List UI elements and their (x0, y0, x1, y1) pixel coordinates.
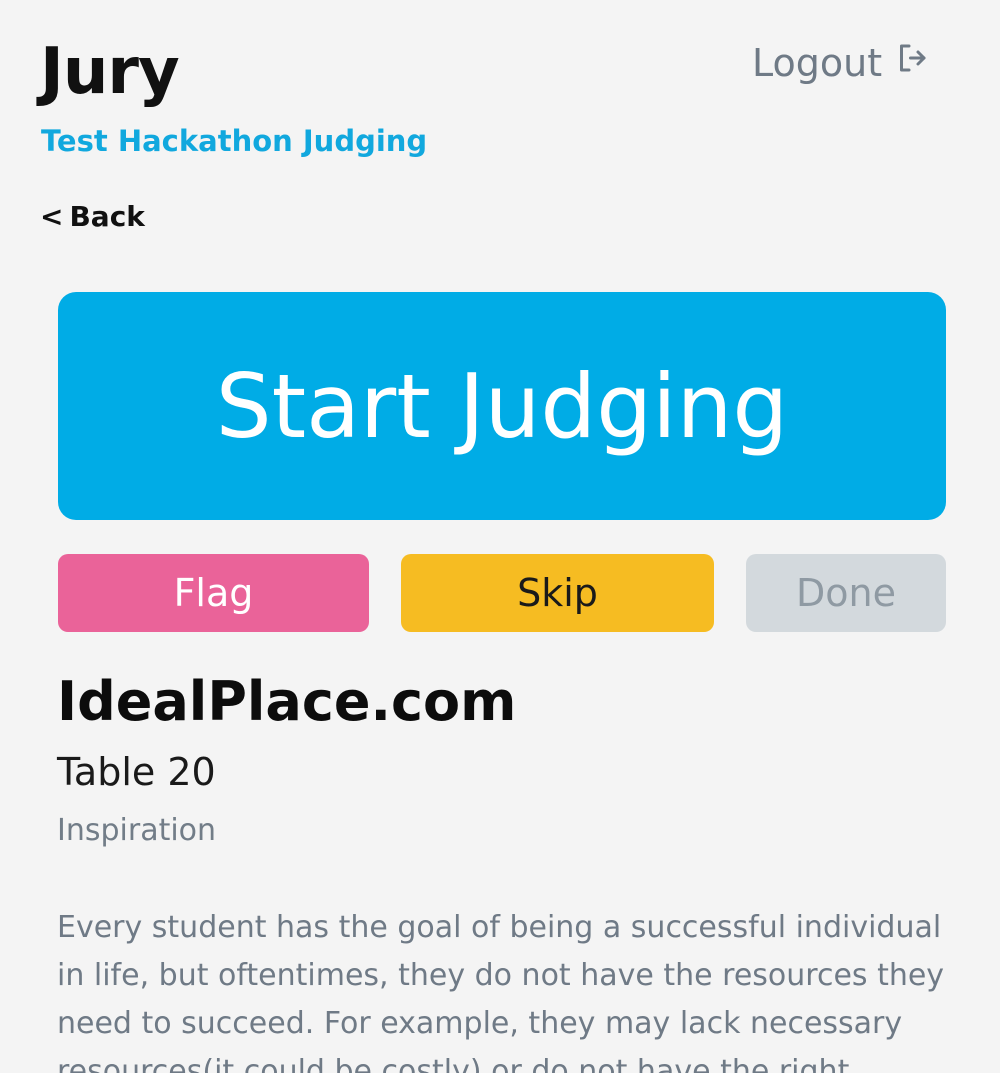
start-judging-button[interactable]: Start Judging (58, 292, 946, 520)
judging-page: Jury Test Hackathon Judging Logout < Bac… (0, 0, 1000, 1073)
done-button: Done (746, 554, 946, 632)
logout-button[interactable]: Logout (752, 40, 930, 85)
back-link[interactable]: < Back (40, 200, 145, 233)
event-subtitle: Test Hackathon Judging (41, 124, 428, 158)
app-title: Jury (40, 35, 180, 109)
logout-icon (894, 40, 930, 85)
skip-button[interactable]: Skip (401, 554, 714, 632)
back-label: Back (69, 200, 145, 233)
flag-button[interactable]: Flag (58, 554, 369, 632)
logout-label: Logout (752, 40, 883, 85)
project-description: Every student has the goal of being a su… (57, 910, 945, 1073)
section-heading-inspiration: Inspiration (57, 813, 217, 848)
project-table-number: Table 20 (57, 750, 216, 794)
project-name: IdealPlace.com (57, 670, 517, 733)
chevron-left-icon: < (40, 200, 64, 233)
